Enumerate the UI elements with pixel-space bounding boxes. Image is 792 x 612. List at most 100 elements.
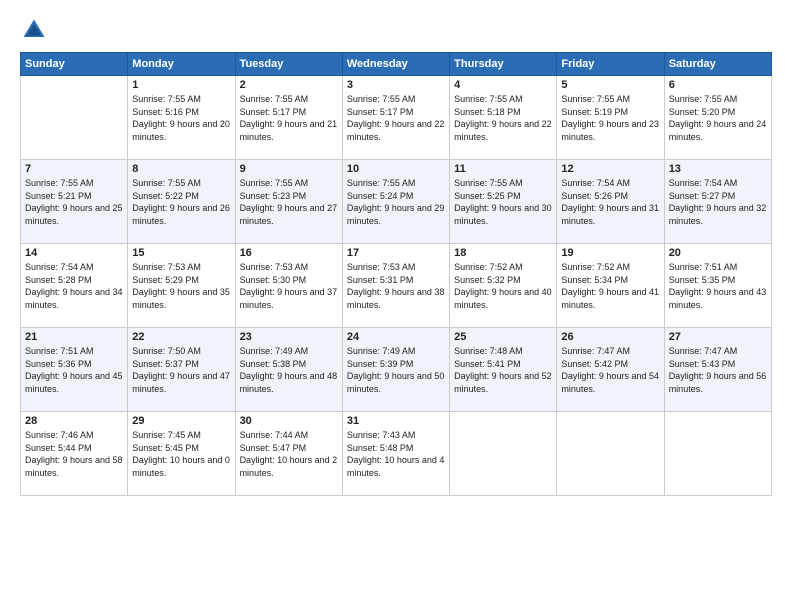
- calendar-cell: [557, 412, 664, 496]
- cell-content: Sunrise: 7:55 AMSunset: 5:18 PMDaylight:…: [454, 93, 552, 143]
- calendar-cell: 7 Sunrise: 7:55 AMSunset: 5:21 PMDaylight…: [21, 160, 128, 244]
- cell-content: Sunrise: 7:55 AMSunset: 5:23 PMDaylight:…: [240, 177, 338, 227]
- calendar-cell: 5Sunrise: 7:55 AMSunset: 5:19 PMDaylight…: [557, 76, 664, 160]
- cell-content: Sunrise: 7:45 AMSunset: 5:45 PMDaylight:…: [132, 429, 230, 479]
- calendar-cell: [21, 76, 128, 160]
- calendar-cell: 19 Sunrise: 7:52 AMSunset: 5:34 PMDayligh…: [557, 244, 664, 328]
- cell-content: Sunrise: 7:55 AMSunset: 5:25 PMDaylight:…: [454, 177, 552, 227]
- cell-content: Sunrise: 7:54 AMSunset: 5:26 PMDaylight:…: [561, 177, 659, 227]
- cell-content: Sunrise: 7:53 AMSunset: 5:30 PMDaylight:…: [240, 261, 338, 311]
- day-number: 23: [240, 331, 338, 343]
- calendar-cell: 12 Sunrise: 7:54 AMSunset: 5:26 PMDayligh…: [557, 160, 664, 244]
- calendar-cell: [450, 412, 557, 496]
- day-number: 25: [454, 331, 552, 343]
- header-row: SundayMondayTuesdayWednesdayThursdayFrid…: [21, 53, 772, 76]
- day-header-saturday: Saturday: [664, 53, 771, 76]
- calendar-cell: 24 Sunrise: 7:49 AMSunset: 5:39 PMDayligh…: [342, 328, 449, 412]
- calendar-cell: 23 Sunrise: 7:49 AMSunset: 5:38 PMDayligh…: [235, 328, 342, 412]
- calendar-cell: 15 Sunrise: 7:53 AMSunset: 5:29 PMDayligh…: [128, 244, 235, 328]
- calendar-cell: 30 Sunrise: 7:44 AMSunset: 5:47 PMDayligh…: [235, 412, 342, 496]
- cell-content: Sunrise: 7:51 AMSunset: 5:36 PMDaylight:…: [25, 345, 123, 395]
- day-number: 10: [347, 163, 445, 175]
- day-number: 19: [561, 247, 659, 259]
- day-number: 4: [454, 79, 552, 91]
- calendar-cell: 27 Sunrise: 7:47 AMSunset: 5:43 PMDayligh…: [664, 328, 771, 412]
- cell-content: Sunrise: 7:47 AMSunset: 5:43 PMDaylight:…: [669, 345, 767, 395]
- calendar-table: SundayMondayTuesdayWednesdayThursdayFrid…: [20, 52, 772, 496]
- cell-content: Sunrise: 7:52 AMSunset: 5:34 PMDaylight:…: [561, 261, 659, 311]
- day-number: 9: [240, 163, 338, 175]
- day-header-friday: Friday: [557, 53, 664, 76]
- cell-content: Sunrise: 7:43 AMSunset: 5:48 PMDaylight:…: [347, 429, 445, 479]
- calendar-cell: 2Sunrise: 7:55 AMSunset: 5:17 PMDaylight…: [235, 76, 342, 160]
- logo: [20, 16, 52, 44]
- cell-content: Sunrise: 7:54 AMSunset: 5:28 PMDaylight:…: [25, 261, 123, 311]
- week-row-1: 7 Sunrise: 7:55 AMSunset: 5:21 PMDaylight…: [21, 160, 772, 244]
- cell-content: Sunrise: 7:55 AMSunset: 5:17 PMDaylight:…: [347, 93, 445, 143]
- day-number: 26: [561, 331, 659, 343]
- day-number: 29: [132, 415, 230, 427]
- day-number: 31: [347, 415, 445, 427]
- cell-content: Sunrise: 7:55 AMSunset: 5:21 PMDaylight:…: [25, 177, 123, 227]
- calendar-cell: 25 Sunrise: 7:48 AMSunset: 5:41 PMDayligh…: [450, 328, 557, 412]
- calendar-cell: 8 Sunrise: 7:55 AMSunset: 5:22 PMDaylight…: [128, 160, 235, 244]
- cell-content: Sunrise: 7:44 AMSunset: 5:47 PMDaylight:…: [240, 429, 338, 479]
- week-row-2: 14 Sunrise: 7:54 AMSunset: 5:28 PMDayligh…: [21, 244, 772, 328]
- day-number: 20: [669, 247, 767, 259]
- calendar-cell: 22Sunrise: 7:50 AMSunset: 5:37 PMDayligh…: [128, 328, 235, 412]
- day-header-tuesday: Tuesday: [235, 53, 342, 76]
- cell-content: Sunrise: 7:47 AMSunset: 5:42 PMDaylight:…: [561, 345, 659, 395]
- day-number: 7: [25, 163, 123, 175]
- cell-content: Sunrise: 7:54 AMSunset: 5:27 PMDaylight:…: [669, 177, 767, 227]
- page: SundayMondayTuesdayWednesdayThursdayFrid…: [0, 0, 792, 612]
- cell-content: Sunrise: 7:55 AMSunset: 5:22 PMDaylight:…: [132, 177, 230, 227]
- week-row-4: 28Sunrise: 7:46 AMSunset: 5:44 PMDayligh…: [21, 412, 772, 496]
- day-number: 17: [347, 247, 445, 259]
- day-number: 8: [132, 163, 230, 175]
- calendar-cell: 3 Sunrise: 7:55 AMSunset: 5:17 PMDaylight…: [342, 76, 449, 160]
- day-header-monday: Monday: [128, 53, 235, 76]
- day-number: 12: [561, 163, 659, 175]
- week-row-0: 1Sunrise: 7:55 AMSunset: 5:16 PMDaylight…: [21, 76, 772, 160]
- cell-content: Sunrise: 7:48 AMSunset: 5:41 PMDaylight:…: [454, 345, 552, 395]
- day-number: 27: [669, 331, 767, 343]
- cell-content: Sunrise: 7:55 AMSunset: 5:20 PMDaylight:…: [669, 93, 767, 143]
- calendar-cell: 18 Sunrise: 7:52 AMSunset: 5:32 PMDayligh…: [450, 244, 557, 328]
- day-number: 2: [240, 79, 338, 91]
- calendar-cell: 14 Sunrise: 7:54 AMSunset: 5:28 PMDayligh…: [21, 244, 128, 328]
- calendar-cell: 1Sunrise: 7:55 AMSunset: 5:16 PMDaylight…: [128, 76, 235, 160]
- cell-content: Sunrise: 7:53 AMSunset: 5:31 PMDaylight:…: [347, 261, 445, 311]
- cell-content: Sunrise: 7:49 AMSunset: 5:39 PMDaylight:…: [347, 345, 445, 395]
- cell-content: Sunrise: 7:55 AMSunset: 5:24 PMDaylight:…: [347, 177, 445, 227]
- cell-content: Sunrise: 7:51 AMSunset: 5:35 PMDaylight:…: [669, 261, 767, 311]
- day-number: 14: [25, 247, 123, 259]
- day-number: 15: [132, 247, 230, 259]
- day-number: 3: [347, 79, 445, 91]
- day-number: 13: [669, 163, 767, 175]
- day-number: 1: [132, 79, 230, 91]
- week-row-3: 21 Sunrise: 7:51 AMSunset: 5:36 PMDayligh…: [21, 328, 772, 412]
- cell-content: Sunrise: 7:52 AMSunset: 5:32 PMDaylight:…: [454, 261, 552, 311]
- calendar-cell: 20 Sunrise: 7:51 AMSunset: 5:35 PMDayligh…: [664, 244, 771, 328]
- calendar-cell: 29 Sunrise: 7:45 AMSunset: 5:45 PMDayligh…: [128, 412, 235, 496]
- cell-content: Sunrise: 7:49 AMSunset: 5:38 PMDaylight:…: [240, 345, 338, 395]
- cell-content: Sunrise: 7:50 AMSunset: 5:37 PMDaylight:…: [132, 345, 230, 395]
- cell-content: Sunrise: 7:55 AMSunset: 5:19 PMDaylight:…: [561, 93, 659, 143]
- day-number: 30: [240, 415, 338, 427]
- calendar-cell: 28Sunrise: 7:46 AMSunset: 5:44 PMDayligh…: [21, 412, 128, 496]
- header: [20, 16, 772, 44]
- calendar-cell: 26 Sunrise: 7:47 AMSunset: 5:42 PMDayligh…: [557, 328, 664, 412]
- calendar-cell: [664, 412, 771, 496]
- day-number: 21: [25, 331, 123, 343]
- calendar-cell: 11Sunrise: 7:55 AMSunset: 5:25 PMDayligh…: [450, 160, 557, 244]
- day-number: 24: [347, 331, 445, 343]
- cell-content: Sunrise: 7:53 AMSunset: 5:29 PMDaylight:…: [132, 261, 230, 311]
- day-header-sunday: Sunday: [21, 53, 128, 76]
- calendar-cell: 10 Sunrise: 7:55 AMSunset: 5:24 PMDayligh…: [342, 160, 449, 244]
- day-number: 18: [454, 247, 552, 259]
- day-header-thursday: Thursday: [450, 53, 557, 76]
- day-header-wednesday: Wednesday: [342, 53, 449, 76]
- cell-content: Sunrise: 7:46 AMSunset: 5:44 PMDaylight:…: [25, 429, 123, 479]
- day-number: 16: [240, 247, 338, 259]
- day-number: 6: [669, 79, 767, 91]
